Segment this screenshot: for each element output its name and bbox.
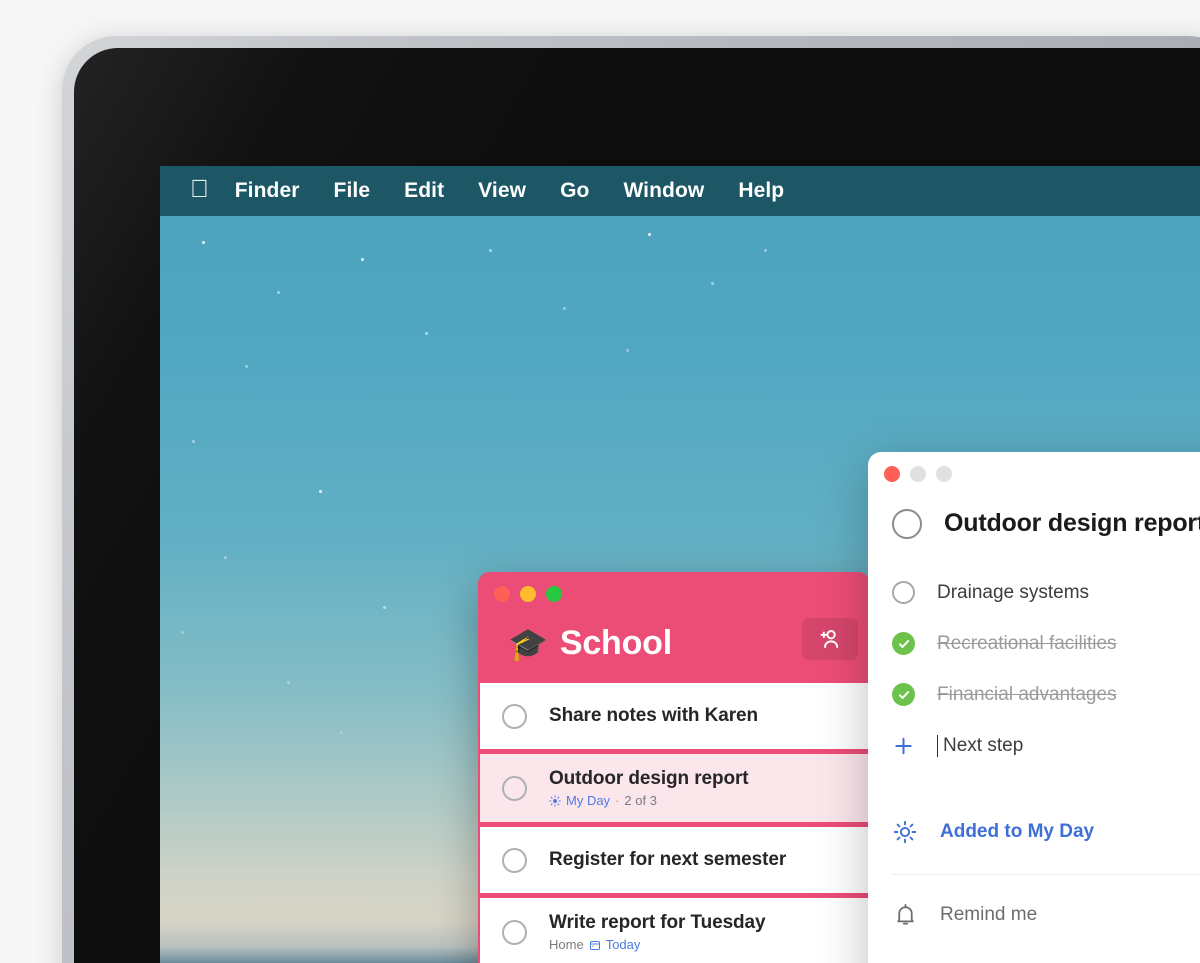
sun-icon xyxy=(892,820,918,844)
minimize-button[interactable] xyxy=(520,586,536,602)
calendar-icon xyxy=(589,940,600,950)
task-checkbox[interactable] xyxy=(892,508,922,539)
school-list-window[interactable]: 🎓 School Share notes with Karen Outdoor … xyxy=(478,572,870,963)
add-due-date-row[interactable]: Add due date xyxy=(892,944,1200,963)
laptop-screen:  Finder File Edit View Go Window Help xyxy=(160,166,1200,963)
step-row[interactable]: Recreational facilities xyxy=(892,618,1200,669)
step-checkbox-checked[interactable] xyxy=(892,683,915,706)
add-step-row[interactable]: Next step xyxy=(892,720,1200,768)
step-checkbox[interactable] xyxy=(892,581,915,604)
task-title: Share notes with Karen xyxy=(549,705,758,726)
task-row[interactable]: Outdoor design report My Day · 2 of 3 xyxy=(480,754,868,822)
task-meta-list: Home xyxy=(549,937,584,952)
list-title: School xyxy=(559,624,672,662)
step-row[interactable]: Drainage systems xyxy=(892,567,1200,618)
plus-icon xyxy=(892,734,915,758)
check-icon xyxy=(898,690,909,699)
task-checkbox[interactable] xyxy=(502,919,527,945)
maximize-button[interactable] xyxy=(936,466,952,482)
screenshot-stage:  Finder File Edit View Go Window Help xyxy=(0,0,1200,963)
task-title: Write report for Tuesday xyxy=(549,912,766,933)
graduation-cap-icon: 🎓 xyxy=(508,625,548,662)
step-label: Drainage systems xyxy=(937,581,1090,603)
next-step-input[interactable]: Next step xyxy=(943,735,1023,757)
task-detail-window[interactable]: Outdoor design report Drainage systems R… xyxy=(868,452,1200,963)
task-row[interactable]: Register for next semester xyxy=(480,827,868,893)
remind-me-label: Remind me xyxy=(940,903,1038,925)
task-row[interactable]: Write report for Tuesday Home Today xyxy=(480,898,868,963)
menu-item-edit[interactable]: Edit xyxy=(387,179,461,203)
step-row[interactable]: Financial advantages xyxy=(892,669,1200,720)
list-header: 🎓 School xyxy=(478,602,870,683)
menu-item-file[interactable]: File xyxy=(317,179,388,203)
task-meta-due: Today xyxy=(605,937,641,952)
detail-content: Outdoor design report Drainage systems R… xyxy=(868,482,1200,963)
task-meta-steps: 2 of 3 xyxy=(624,793,657,808)
sun-icon xyxy=(549,794,561,807)
detail-task-title: Outdoor design report xyxy=(944,509,1200,537)
detail-window-traffic-lights xyxy=(868,452,1200,482)
apple-logo-icon[interactable]:  xyxy=(190,176,209,202)
menu-item-go[interactable]: Go xyxy=(543,179,606,203)
task-meta-myday: My Day xyxy=(566,793,611,808)
task-title: Outdoor design report xyxy=(549,768,749,789)
menu-item-window[interactable]: Window xyxy=(606,179,721,203)
add-person-icon xyxy=(820,630,839,648)
maximize-button[interactable] xyxy=(546,586,562,602)
task-checkbox[interactable] xyxy=(502,775,527,801)
step-label: Recreational facilities xyxy=(937,632,1117,654)
added-to-my-day-row[interactable]: Added to My Day xyxy=(892,804,1200,860)
step-label: Financial advantages xyxy=(937,683,1117,705)
task-checkbox[interactable] xyxy=(502,847,527,873)
bell-icon xyxy=(892,902,918,927)
remind-me-row[interactable]: Remind me xyxy=(892,885,1200,944)
share-list-button[interactable] xyxy=(802,618,858,660)
task-title: Register for next semester xyxy=(549,849,787,870)
detail-header: Outdoor design report xyxy=(892,490,1200,567)
list-window-traffic-lights xyxy=(478,572,870,602)
menu-item-finder[interactable]: Finder xyxy=(235,179,317,203)
added-to-my-day-label: Added to My Day xyxy=(940,821,1095,842)
task-metadata: Home Today xyxy=(549,937,766,952)
close-button[interactable] xyxy=(884,466,900,482)
task-checkbox[interactable] xyxy=(502,703,527,729)
check-icon xyxy=(898,639,909,648)
text-cursor xyxy=(937,735,938,757)
task-meta-separator: · xyxy=(615,793,620,808)
menu-item-view[interactable]: View xyxy=(461,179,543,203)
task-metadata: My Day · 2 of 3 xyxy=(549,793,749,808)
close-button[interactable] xyxy=(494,586,510,602)
minimize-button[interactable] xyxy=(910,466,926,482)
task-row[interactable]: Share notes with Karen xyxy=(480,683,868,749)
macos-menubar:  Finder File Edit View Go Window Help xyxy=(160,166,1200,216)
menu-item-help[interactable]: Help xyxy=(721,179,801,203)
task-list: Share notes with Karen Outdoor design re… xyxy=(478,683,870,963)
step-checkbox-checked[interactable] xyxy=(892,632,915,655)
